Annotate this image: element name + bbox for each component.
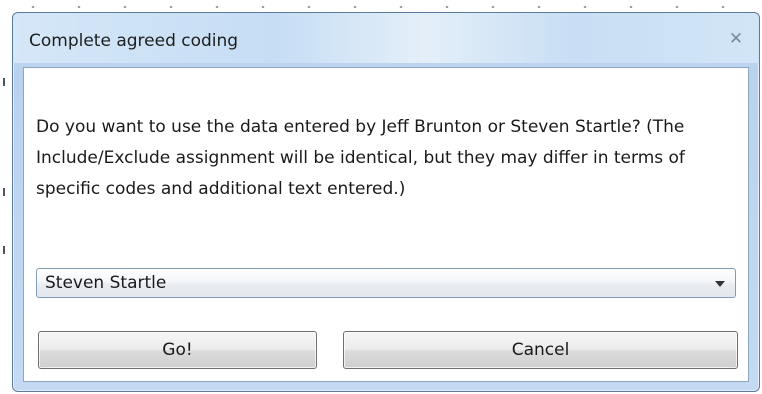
background-dotted-line — [10, 6, 750, 8]
background-mark — [3, 188, 9, 196]
dialog-message: Do you want to use the data entered by J… — [36, 117, 685, 199]
dialog-titlebar[interactable]: Complete agreed coding ✕ — [13, 13, 759, 63]
close-icon[interactable]: ✕ — [727, 29, 745, 49]
background-window-left-edge — [0, 0, 12, 394]
reviewer-select-value: Steven Startle — [45, 273, 167, 293]
background-mark — [3, 78, 9, 86]
go-button[interactable]: Go! — [38, 331, 317, 369]
background-mark — [3, 246, 9, 254]
dialog-content: Do you want to use the data entered by J… — [23, 67, 749, 382]
cancel-button[interactable]: Cancel — [343, 331, 738, 369]
agreed-coding-dialog: Complete agreed coding ✕ Do you want to … — [12, 12, 760, 392]
dialog-title: Complete agreed coding — [29, 31, 239, 51]
chevron-down-icon[interactable] — [715, 281, 725, 287]
reviewer-select[interactable]: Steven Startle — [36, 268, 736, 298]
